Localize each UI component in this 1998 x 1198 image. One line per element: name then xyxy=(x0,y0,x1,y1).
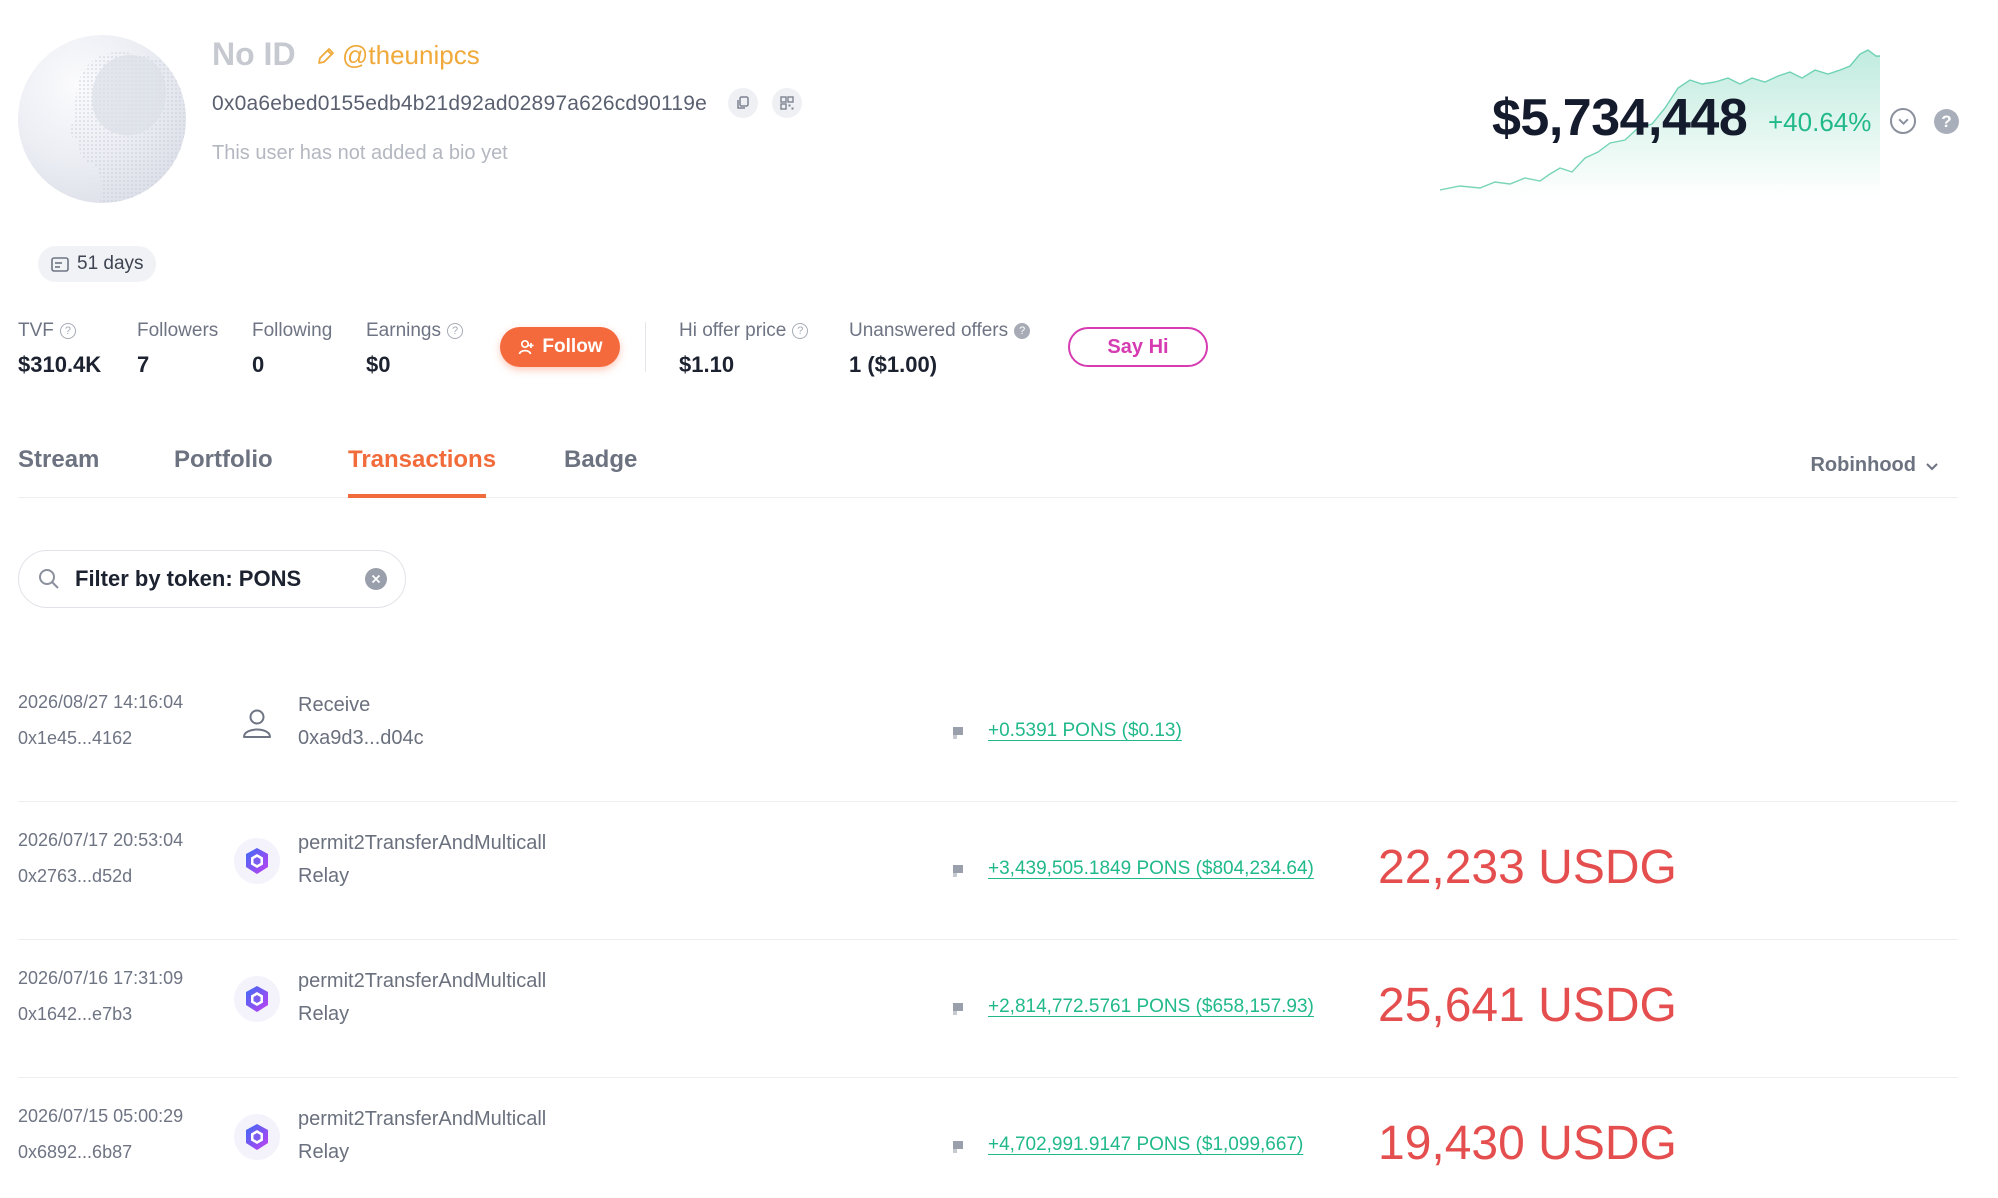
qr-code-button[interactable] xyxy=(772,88,802,118)
tx-amount-link[interactable]: +0.5391 PONS ($0.13) xyxy=(988,720,1182,742)
info-icon[interactable]: ? xyxy=(1014,323,1031,339)
stat-following-label: Following xyxy=(252,320,333,341)
stat-unanswered: Unanswered offers? 1 ($1.00) xyxy=(849,320,1031,378)
value-dropdown-button[interactable] xyxy=(1890,108,1916,134)
stats-divider xyxy=(645,322,646,372)
pencil-icon xyxy=(318,47,334,64)
close-icon xyxy=(371,574,381,584)
network-label: Robinhood xyxy=(1810,454,1916,476)
stat-unanswered-value: 1 ($1.00) xyxy=(849,352,938,377)
copy-icon xyxy=(737,96,749,109)
relay-icon xyxy=(234,1114,280,1160)
tx-counterparty[interactable]: Relay xyxy=(298,865,349,888)
stat-followers-label: Followers xyxy=(137,320,219,341)
tab-transactions[interactable]: Transactions xyxy=(348,446,496,474)
tx-annotation: 22,233 USDG xyxy=(1378,841,1677,894)
stat-hi-offer-label: Hi offer price xyxy=(679,320,787,341)
tx-hash-link[interactable]: 0x1642...e7b3 xyxy=(18,1004,132,1025)
help-icon[interactable]: ? xyxy=(1934,109,1959,134)
stat-earnings-value: $0 xyxy=(366,352,391,377)
profile-tabs: Stream Portfolio Transactions Badge Robi… xyxy=(18,440,1958,498)
stat-tvf-value: $310.4K xyxy=(18,352,102,377)
stat-unanswered-label: Unanswered offers xyxy=(849,320,1009,341)
follow-button-label: Follow xyxy=(542,336,603,357)
transaction-row[interactable]: 2026/07/17 20:53:04 0x2763...d52d permit… xyxy=(18,802,1958,940)
tx-amount-link[interactable]: +2,814,772.5761 PONS ($658,157.93) xyxy=(988,996,1314,1018)
stat-following[interactable]: Following 0 xyxy=(252,320,332,378)
token-icon xyxy=(953,1141,963,1153)
stat-earnings-label: Earnings xyxy=(366,320,441,341)
stat-earnings: Earnings? $0 xyxy=(366,320,463,378)
chevron-down-icon xyxy=(1897,118,1909,125)
tx-hash-link[interactable]: 0x1e45...4162 xyxy=(18,728,132,749)
tx-method: permit2TransferAndMulticall xyxy=(298,832,547,854)
days-badge-label: 51 days xyxy=(77,253,144,274)
tx-method: permit2TransferAndMulticall xyxy=(298,1108,547,1130)
stat-tvf: TVF? $310.4K xyxy=(18,320,101,378)
portfolio-change: +40.64% xyxy=(1768,107,1872,137)
copy-address-button[interactable] xyxy=(728,88,758,118)
qr-code-icon xyxy=(780,96,794,110)
portfolio-value: $5,734,448 xyxy=(1492,89,1748,147)
transaction-row[interactable]: 2026/07/16 17:31:09 0x1642...e7b3 permit… xyxy=(18,940,1958,1078)
stat-hi-offer-value: $1.10 xyxy=(679,352,735,377)
transaction-row[interactable]: 2026/07/15 05:00:29 0x6892...6b87 permit… xyxy=(18,1078,1958,1198)
token-icon xyxy=(953,1003,963,1015)
add-user-icon xyxy=(519,339,534,355)
tx-date: 2026/08/27 14:16:04 xyxy=(18,692,184,712)
stat-tvf-label: TVF xyxy=(18,320,54,341)
tx-method: permit2TransferAndMulticall xyxy=(298,970,547,992)
info-icon[interactable]: ? xyxy=(792,323,809,339)
tx-annotation: 19,430 USDG xyxy=(1378,1117,1677,1170)
days-badge: 51 days xyxy=(38,246,156,282)
clear-filter-button[interactable] xyxy=(365,568,387,590)
search-icon xyxy=(39,569,59,589)
tx-hash-link[interactable]: 0x2763...d52d xyxy=(18,866,132,887)
tx-date: 2026/07/15 05:00:29 xyxy=(18,1106,184,1126)
tx-annotation: 25,641 USDG xyxy=(1378,979,1677,1032)
token-icon xyxy=(953,727,963,739)
tx-method: Receive xyxy=(298,694,371,716)
stat-following-value: 0 xyxy=(252,352,265,377)
tab-stream[interactable]: Stream xyxy=(18,446,99,474)
follow-button[interactable]: Follow xyxy=(500,327,620,367)
tx-counterparty[interactable]: Relay xyxy=(298,1003,349,1026)
wallet-address: 0x0a6ebed0155edb4b21d92ad02897a626cd9011… xyxy=(212,92,708,115)
active-tab-indicator xyxy=(348,494,486,498)
user-icon xyxy=(234,700,280,746)
token-filter-value: Filter by token: PONS xyxy=(75,566,302,591)
handle-link[interactable]: @theunipcs xyxy=(316,40,480,71)
tab-portfolio[interactable]: Portfolio xyxy=(174,446,273,474)
relay-icon xyxy=(234,976,280,1022)
handle-text: @theunipcs xyxy=(342,40,480,70)
stat-followers[interactable]: Followers 7 xyxy=(137,320,218,378)
tx-hash-link[interactable]: 0x6892...6b87 xyxy=(18,1142,132,1163)
stat-followers-value: 7 xyxy=(137,352,150,377)
calendar-icon xyxy=(51,257,69,272)
tx-amount-link[interactable]: +3,439,505.1849 PONS ($804,234.64) xyxy=(988,858,1314,880)
token-filter[interactable]: Filter by token: PONS xyxy=(18,550,406,608)
network-selector[interactable]: Robinhood xyxy=(1810,454,1940,477)
tx-amount-link[interactable]: +4,702,991.9147 PONS ($1,099,667) xyxy=(988,1134,1303,1156)
tx-counterparty[interactable]: Relay xyxy=(298,1141,349,1164)
relay-icon xyxy=(234,838,280,884)
bio-text: This user has not added a bio yet xyxy=(212,142,508,164)
transaction-row[interactable]: 2026/08/27 14:16:04 0x1e45...4162 Receiv… xyxy=(18,664,1958,802)
tab-badge[interactable]: Badge xyxy=(564,446,637,474)
display-name: No ID xyxy=(212,36,296,72)
info-icon[interactable]: ? xyxy=(447,323,463,339)
info-icon[interactable]: ? xyxy=(59,323,76,339)
chevron-down-icon xyxy=(1926,462,1938,470)
stat-hi-offer: Hi offer price? $1.10 xyxy=(679,320,809,378)
say-hi-button[interactable]: Say Hi xyxy=(1068,327,1208,367)
avatar xyxy=(18,35,186,203)
tx-date: 2026/07/16 17:31:09 xyxy=(18,968,184,988)
tx-date: 2026/07/17 20:53:04 xyxy=(18,830,184,850)
tx-counterparty[interactable]: 0xa9d3...d04c xyxy=(298,727,424,750)
token-icon xyxy=(953,865,963,877)
